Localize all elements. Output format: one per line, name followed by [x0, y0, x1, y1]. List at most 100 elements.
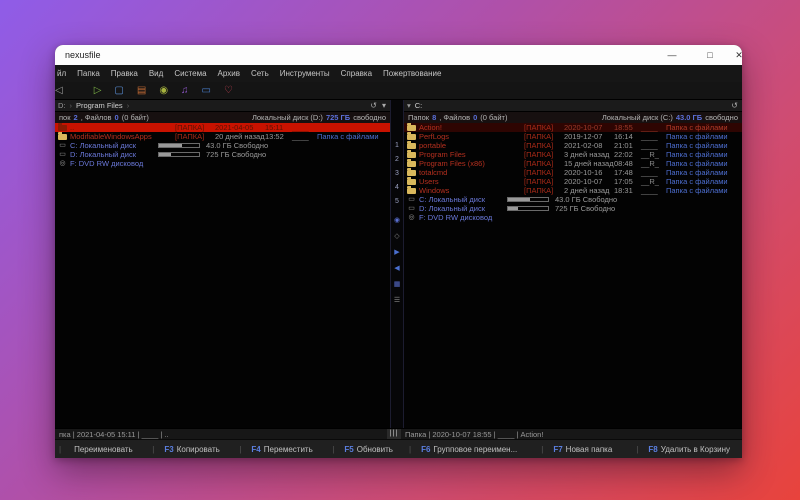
row-icon [404, 140, 419, 149]
file-row[interactable]: PerfLogs [ПАПКА] 2019-12-07 16:14 ____ П… [404, 131, 742, 141]
menu-item[interactable]: Правка [111, 69, 138, 78]
panes-area: D: › Program Files › ↺ ▾ пок 2, Файлов 0 (0… [55, 100, 742, 428]
folder-icon [407, 185, 416, 194]
file-attrs: ____ [292, 132, 309, 141]
list-icon[interactable]: ☰ [394, 297, 400, 304]
menu-item[interactable]: Сеть [251, 69, 269, 78]
left-folder-count: пок 2, Файлов 0 (0 байт) [59, 113, 149, 122]
heart-icon[interactable]: ♡ [224, 83, 233, 99]
file-row[interactable]: Action! [ПАПКА] 2020-10-07 18:55 ____ Па… [404, 123, 742, 132]
file-row[interactable]: D: Локальный диск 725 ГБ Свободно [404, 204, 742, 213]
file-row[interactable]: C: Локальный диск 43.0 ГБ Свободно [55, 141, 390, 150]
menu-item[interactable]: Пожертвование [383, 69, 441, 78]
menu-item[interactable]: Папка [77, 69, 100, 78]
pane-preset-number[interactable]: 4 [395, 184, 399, 191]
refresh-icon[interactable]: ↺ [370, 101, 377, 110]
fkey-button[interactable]: F6Групповое переимен... [409, 445, 517, 454]
fkey-button[interactable]: F3Копировать [152, 445, 219, 454]
file-row[interactable]: ModifiableWindowsApps [ПАПКА] 20 дней на… [55, 131, 390, 141]
file-row[interactable]: D: Локальный диск 725 ГБ Свободно [55, 150, 390, 159]
file-type: Папка с файлами [666, 141, 728, 150]
fkey-button[interactable]: Переименовать [59, 445, 133, 454]
minimize-button[interactable]: — [653, 50, 691, 60]
file-date: 3 дней назад [564, 150, 610, 159]
disk-free-text: 725 ГБ Свободно [555, 204, 616, 213]
file-row[interactable]: Windows [ПАПКА] 2 дней назад 18:31 ____ … [404, 185, 742, 195]
close-button[interactable]: ✕ [729, 50, 742, 61]
file-time: 18:55 [614, 123, 633, 132]
fkey-button[interactable]: F4Переместить [239, 445, 312, 454]
play-icon[interactable]: ▷ [94, 83, 102, 99]
file-row[interactable]: Program Files (x86) [ПАПКА] 15 дней наза… [404, 158, 742, 168]
folder-icon [407, 131, 416, 140]
chevron-icon: › [69, 101, 73, 110]
file-name: Action! [419, 123, 442, 132]
menu-item[interactable]: Вид [149, 69, 163, 78]
chevron-icon: › [126, 101, 130, 110]
chart-icon[interactable]: ▦ [394, 281, 401, 288]
music-icon[interactable]: ♫ [181, 83, 189, 99]
file-kind-tag: [ПАПКА] [524, 132, 554, 141]
maximize-button[interactable]: □ [691, 50, 729, 60]
file-row[interactable]: Program Files [ПАПКА] 3 дней назад 22:02… [404, 149, 742, 159]
file-row[interactable]: totalcmd [ПАПКА] 2020-10-16 17:48 ____ П… [404, 167, 742, 177]
titlebar[interactable]: nexusfile — □ ✕ [55, 45, 742, 65]
copy-right-icon[interactable]: ▶ [394, 249, 399, 256]
file-name: portable [419, 141, 447, 150]
left-path-tab[interactable]: Program Files [76, 101, 123, 110]
file-type: Папка с файлами [666, 186, 728, 195]
file-kind-tag: [ПАПКА] [524, 177, 554, 186]
left-drive-tab[interactable]: D: [58, 101, 66, 110]
row-icon [404, 176, 419, 185]
file-time: 22:02 [614, 150, 633, 159]
copy-left-icon[interactable]: ◀ [394, 265, 399, 272]
file-attrs: ____ [641, 141, 658, 150]
folder-icon [407, 167, 416, 176]
file-attrs: ____ [641, 186, 658, 195]
right-drive-tab[interactable]: C: [415, 101, 423, 110]
tape-icon[interactable]: ▭ [202, 83, 211, 99]
left-pane: D: › Program Files › ↺ ▾ пок 2, Файлов 0 (0… [55, 100, 390, 428]
fkey-button[interactable]: F8Удалить в Корзину [636, 445, 730, 454]
menu-item[interactable]: йл [57, 69, 66, 78]
refresh-icon[interactable]: ↺ [731, 101, 738, 110]
left-disk-free: Локальный диск (D:) 725 ГБ свободно [251, 113, 386, 122]
screen-icon[interactable]: ▢ [114, 83, 123, 99]
disk-usage-bar [158, 152, 200, 157]
view-icon[interactable]: ◉ [394, 217, 400, 224]
file-row[interactable]: Users [ПАПКА] 2020-10-07 17:05 __R_ Папк… [404, 176, 742, 186]
disk-usage-bar [158, 143, 200, 148]
menu-item[interactable]: Архив [218, 69, 240, 78]
fkey-button[interactable]: F5Обновить [332, 445, 393, 454]
camera-icon[interactable]: ◉ [159, 83, 168, 99]
pane-preset-number[interactable]: 5 [395, 198, 399, 205]
chevron-down-icon[interactable]: ▾ [407, 101, 411, 110]
chevron-down-icon[interactable]: ▾ [382, 101, 386, 110]
menu-item[interactable]: Справка [341, 69, 372, 78]
file-kind-tag: [ПАПКА] [175, 123, 205, 132]
fkey-button[interactable]: F7Новая папка [541, 445, 612, 454]
folder-icon[interactable]: ▤ [137, 83, 146, 99]
nexusfile-window: nexusfile — □ ✕ йл Папка Правка Вид Система А… [55, 45, 742, 458]
pane-preset-number[interactable]: 1 [395, 142, 399, 149]
pane-preset-number[interactable]: 3 [395, 170, 399, 177]
file-name: ModifiableWindowsApps [70, 132, 152, 141]
folder-icon [58, 123, 67, 131]
file-name: PerfLogs [419, 132, 450, 141]
right-status-bar: Папка | 2020-10-07 18:55 | ____ | Action… [405, 429, 544, 439]
file-row[interactable]: F: DVD RW дисковод [55, 159, 390, 168]
menu-item[interactable]: Инструменты [280, 69, 330, 78]
file-type: Папка с файлами [666, 159, 728, 168]
pane-preset-number[interactable]: 2 [395, 156, 399, 163]
diamond-icon[interactable]: ◇ [394, 233, 399, 240]
file-row[interactable]: F: DVD RW дисковод [404, 213, 742, 222]
divider-grip[interactable]: ||| [387, 429, 401, 439]
file-date: 2 дней назад [564, 186, 610, 195]
file-row[interactable]: portable [ПАПКА] 2021-02-08 21:01 ____ П… [404, 140, 742, 150]
folder-icon [407, 149, 416, 158]
file-row[interactable]: .. [ПАПКА] 2021-04-05 15:11 ____ [55, 123, 390, 132]
back-icon[interactable]: ◁ [55, 83, 63, 99]
toolbar: ◁ ▷ ▢ ▤ ◉ ♫ ▭ ♡ [55, 82, 742, 100]
file-row[interactable]: C: Локальный диск 43.0 ГБ Свободно [404, 195, 742, 204]
menu-item[interactable]: Система [174, 69, 206, 78]
